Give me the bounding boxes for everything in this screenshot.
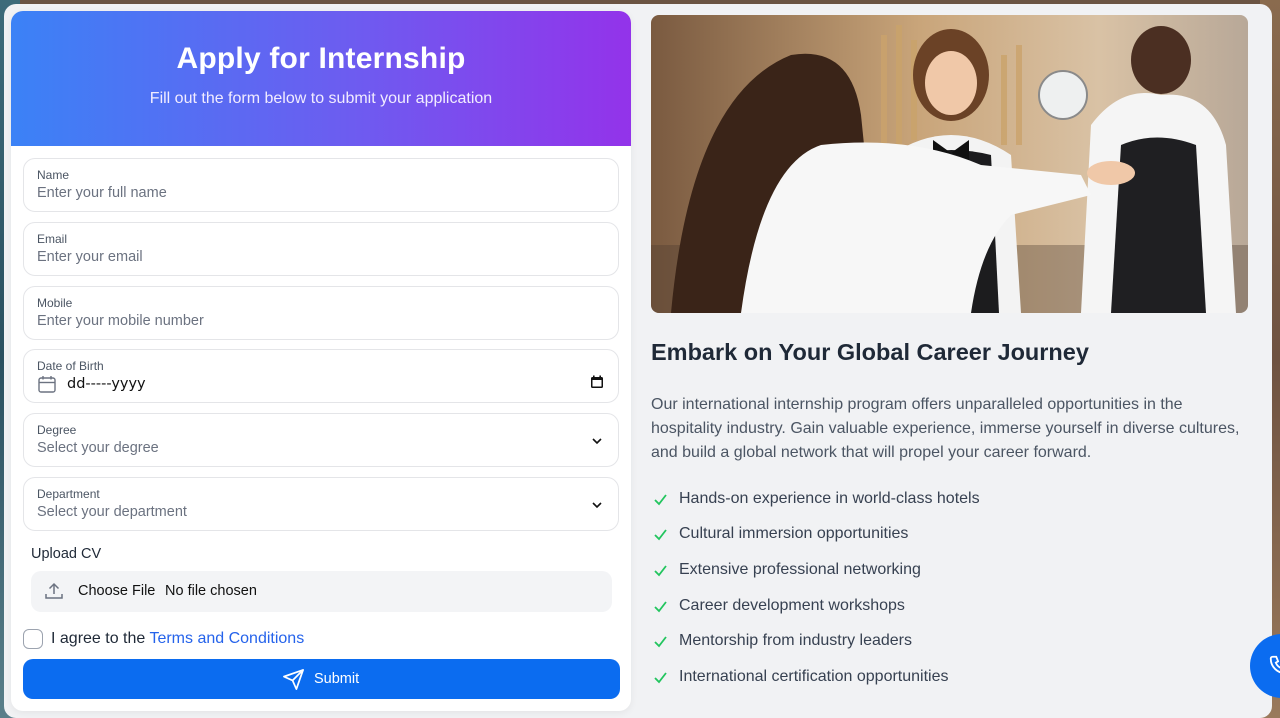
photo-illustration [651, 15, 1248, 313]
email-input[interactable]: Enter your email [37, 249, 143, 265]
degree-value: Select your degree [37, 440, 159, 456]
feature-text: Hands-on experience in world-class hotel… [679, 490, 980, 507]
info-description: Our international internship program off… [651, 396, 1240, 461]
info-title: Embark on Your Global Career Journey [651, 339, 1089, 365]
chevron-down-icon [592, 502, 602, 509]
email-label: Email [37, 232, 68, 246]
date-picker-icon[interactable] [590, 375, 604, 389]
department-select[interactable]: Department Select your department [23, 477, 619, 531]
feature-text: Mentorship from industry leaders [679, 632, 912, 649]
feature-text: Cultural immersion opportunities [679, 525, 909, 542]
mobile-field[interactable]: Mobile Enter your mobile number [23, 286, 619, 340]
calendar-icon [38, 376, 56, 393]
choose-file-button[interactable]: Choose File [78, 583, 155, 599]
name-field[interactable]: Name Enter your full name [23, 158, 619, 212]
check-icon [654, 565, 667, 577]
feature-text: Extensive professional networking [679, 561, 921, 578]
feature-text: International certification opportunitie… [679, 668, 949, 685]
submit-label: Submit [314, 671, 360, 687]
department-value: Select your department [37, 504, 187, 520]
hotel-staff-photo [651, 15, 1248, 313]
degree-label: Degree [37, 423, 77, 437]
name-input[interactable]: Enter your full name [37, 185, 167, 201]
terms-link[interactable]: Terms and Conditions [149, 630, 304, 647]
dob-label: Date of Birth [37, 359, 104, 373]
mobile-input[interactable]: Enter your mobile number [37, 313, 204, 329]
application-form-card: Apply for Internship Fill out the form b… [11, 11, 631, 711]
mobile-label: Mobile [37, 296, 73, 310]
submit-button[interactable]: Submit [23, 659, 620, 699]
phone-icon [1269, 655, 1280, 674]
dob-input[interactable]: dd-----yyyy [67, 376, 146, 392]
email-field[interactable]: Email Enter your email [23, 222, 619, 276]
check-icon [654, 529, 667, 541]
check-icon [654, 494, 667, 506]
degree-select[interactable]: Degree Select your degree [23, 413, 619, 467]
check-icon [654, 636, 667, 648]
send-icon [283, 669, 304, 690]
department-label: Department [37, 487, 100, 501]
upload-icon [45, 582, 63, 599]
terms-prefix: I agree to the [51, 630, 150, 647]
upload-cv-label: Upload CV [31, 546, 102, 562]
file-status: No file chosen [165, 583, 257, 599]
chevron-down-icon [592, 438, 602, 445]
check-icon [654, 672, 667, 684]
cv-file-input[interactable]: Choose File No file chosen [31, 571, 612, 612]
form-header: Apply for Internship Fill out the form b… [11, 11, 631, 146]
check-icon [654, 601, 667, 613]
terms-checkbox[interactable] [23, 629, 43, 649]
form-title: Apply for Internship [176, 42, 466, 75]
terms-text: I agree to the Terms and Conditions [51, 630, 304, 648]
name-label: Name [37, 168, 70, 182]
form-subtitle: Fill out the form below to submit your a… [149, 90, 493, 107]
feature-text: Career development workshops [679, 597, 905, 614]
dob-field[interactable]: Date of Birth dd-----yyyy [23, 349, 619, 403]
